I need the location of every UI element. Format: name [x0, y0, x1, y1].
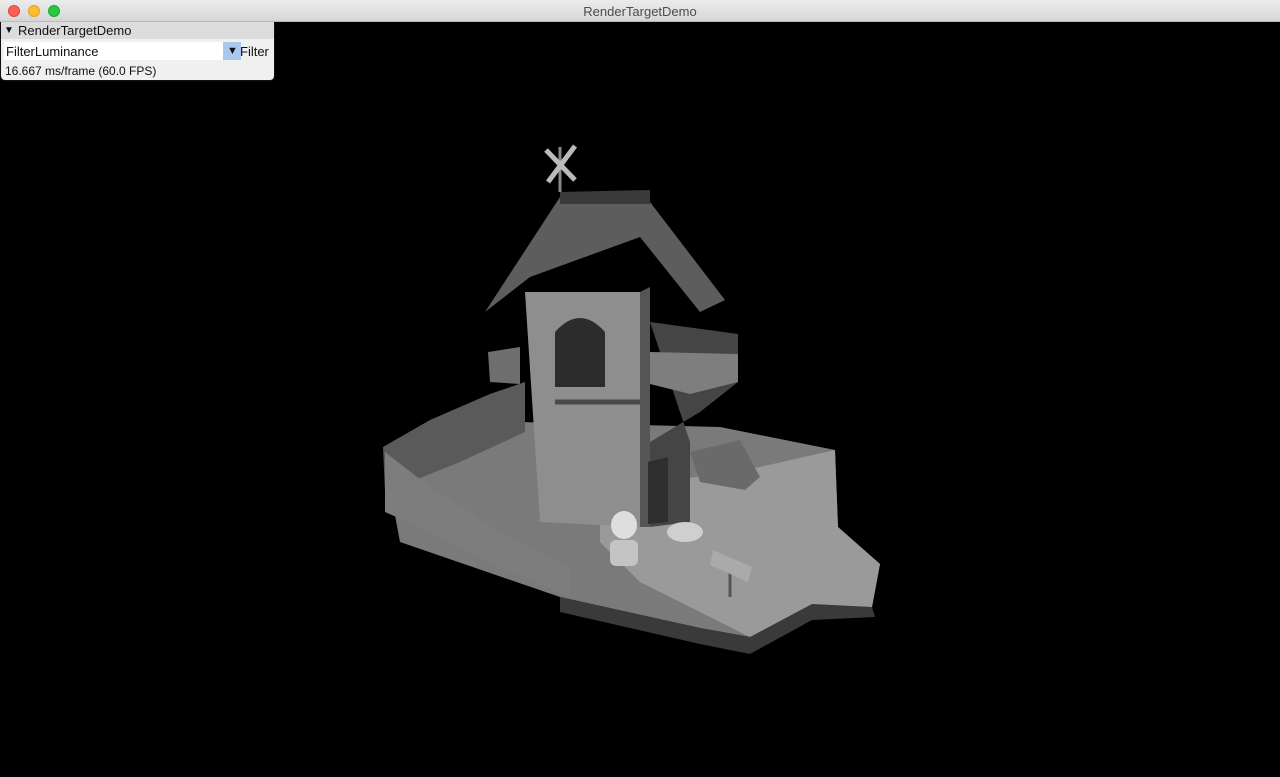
demo-control-panel: ▼ RenderTargetDemo FilterLuminance ▼ Fil… [1, 22, 274, 80]
filter-combo-label: Filter [240, 44, 269, 59]
render-viewport[interactable] [0, 22, 1280, 777]
chevron-down-icon: ▼ [227, 45, 238, 57]
rendered-house-scene [383, 144, 880, 654]
panel-title: RenderTargetDemo [18, 23, 132, 38]
title-bar[interactable]: RenderTargetDemo [0, 0, 1280, 22]
filter-combo-dropdown-button[interactable]: ▼ [223, 42, 241, 60]
app-window: RenderTargetDemo ▼ RenderTargetDemo Filt… [0, 0, 1280, 777]
panel-header[interactable]: ▼ RenderTargetDemo [1, 22, 274, 39]
frame-stats-text: 16.667 ms/frame (60.0 FPS) [5, 64, 157, 78]
filter-combo-value: FilterLuminance [6, 44, 99, 59]
filter-combo[interactable]: FilterLuminance ▼ [4, 42, 241, 60]
window-title: RenderTargetDemo [583, 4, 697, 19]
triangle-down-icon[interactable]: ▼ [4, 24, 14, 37]
